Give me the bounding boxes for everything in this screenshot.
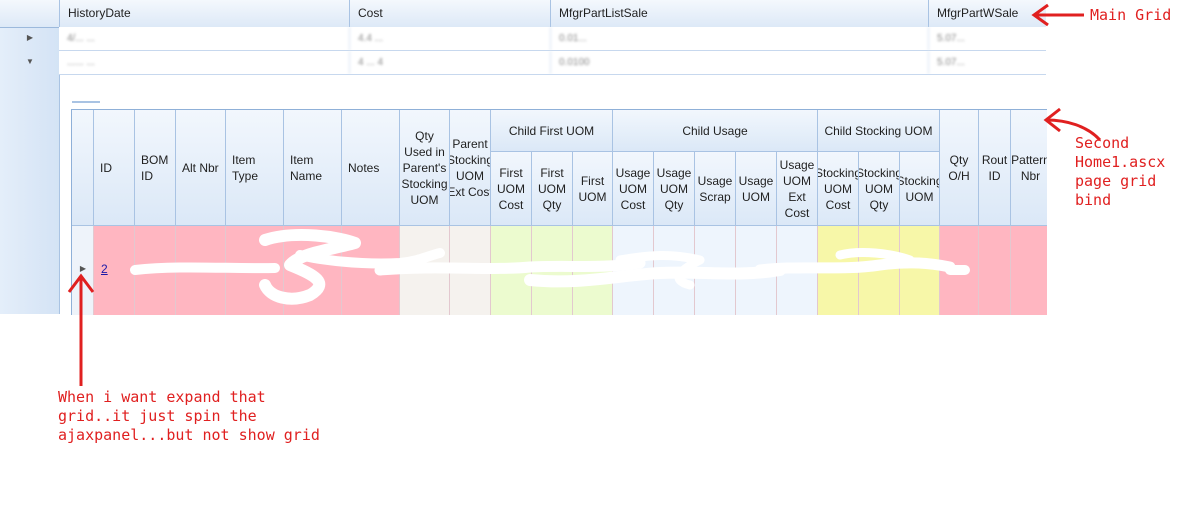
cell-usage-uom-qty	[654, 226, 695, 315]
collapse-row-icon[interactable]: ▼	[25, 57, 35, 67]
column-header-stocking-uom-qty[interactable]: Stocking UOM Qty	[859, 152, 900, 226]
column-header-alt-nbr[interactable]: Alt Nbr	[176, 110, 226, 226]
header-indicator-cell	[0, 0, 60, 27]
column-header-item-type[interactable]: Item Type	[226, 110, 284, 226]
column-header-usage-uom-ext-cost[interactable]: Usage UOM Ext Cost	[777, 152, 818, 226]
id-link[interactable]: 2	[101, 262, 108, 276]
cell-stocking-uom-cost	[818, 226, 859, 315]
column-header-stocking-uom[interactable]: Stocking UOM	[900, 152, 940, 226]
column-header-first-uom-cost[interactable]: First UOM Cost	[491, 152, 532, 226]
cell-qty-oh	[940, 226, 979, 315]
cell-stocking-uom-qty	[859, 226, 900, 315]
arrow-main-grid	[1031, 3, 1084, 27]
arrow-expand-note	[67, 273, 95, 386]
column-header-usage-uom[interactable]: Usage UOM	[736, 152, 777, 226]
column-header-first-uom[interactable]: First UOM	[573, 152, 613, 226]
detail-tab-strip[interactable]	[72, 101, 100, 103]
group-header-child-usage: Child Usage	[613, 110, 818, 152]
annotation-main-grid: Main Grid	[1090, 6, 1172, 24]
annotation-expand-note: When i want expand that grid..it just sp…	[58, 388, 320, 444]
cell-first-uom	[573, 226, 613, 315]
group-header-child-first-uom: Child First UOM	[491, 110, 613, 152]
column-header-mfgrpartlistsale[interactable]: MfgrPartListSale	[551, 0, 929, 27]
table-row[interactable]: ...... ... 4 ... 4 0.0100 5.07...	[59, 51, 1046, 75]
column-header-first-uom-qty[interactable]: First UOM Qty	[532, 152, 573, 226]
column-header-usage-scrap[interactable]: Usage Scrap	[695, 152, 736, 226]
cell-stocking-uom	[900, 226, 940, 315]
cell-item-type	[226, 226, 284, 315]
column-header-cost[interactable]: Cost	[350, 0, 551, 27]
column-header-usage-uom-qty[interactable]: Usage UOM Qty	[654, 152, 695, 226]
cell-usage-uom-ext-cost	[777, 226, 818, 315]
cell-qty-used	[400, 226, 450, 315]
cell-mfgrpartwsale: 5.07...	[937, 33, 965, 44]
column-header-id[interactable]: ID	[94, 110, 135, 226]
column-header-qty-oh[interactable]: Qty O/H	[940, 110, 979, 226]
column-header-stocking-uom-cost[interactable]: Stocking UOM Cost	[818, 152, 859, 226]
column-header-notes[interactable]: Notes	[342, 110, 400, 226]
group-header-child-stocking-uom: Child Stocking UOM	[818, 110, 940, 152]
cell-first-uom-qty	[532, 226, 573, 315]
cell-id: 2	[94, 226, 135, 315]
main-grid-header: HistoryDate Cost MfgrPartListSale MfgrPa…	[0, 0, 1046, 28]
cell-bom-id	[135, 226, 176, 315]
cell-alt-nbr	[176, 226, 226, 315]
column-header-item-name[interactable]: Item Name	[284, 110, 342, 226]
cell-first-uom-cost	[491, 226, 532, 315]
cell-mfgrpartlistsale: 0.0100	[551, 51, 929, 74]
cell-usage-uom-cost	[613, 226, 654, 315]
child-grid: ID BOM ID Alt Nbr Item Type Item Name No…	[71, 109, 1047, 315]
column-header-rout-id[interactable]: Rout ID	[979, 110, 1011, 226]
cell-mfgrpartwsale: 5.07...	[937, 57, 965, 68]
column-header-qty-used[interactable]: Qty Used in Parent's Stocking UOM	[400, 110, 450, 226]
cell-pattern-nbr	[1011, 226, 1047, 315]
cell-historydate: 4/... ...	[59, 27, 350, 50]
child-indicator-header	[72, 110, 94, 226]
cell-item-name	[284, 226, 342, 315]
expand-row-icon[interactable]: ▶	[25, 33, 35, 43]
cell-usage-scrap	[695, 226, 736, 315]
cell-usage-uom	[736, 226, 777, 315]
table-row[interactable]: 4/... ... 4.4 ... 0.01... 5.07...	[59, 27, 1046, 51]
column-header-historydate[interactable]: HistoryDate	[60, 0, 350, 27]
column-header-bom-id[interactable]: BOM ID	[135, 110, 176, 226]
column-header-usage-uom-cost[interactable]: Usage UOM Cost	[613, 152, 654, 226]
cell-historydate: ...... ...	[59, 51, 350, 74]
row-indicator-column	[0, 0, 60, 314]
annotation-second-grid: Second Home1.ascx page grid bind	[1075, 134, 1166, 209]
column-header-parent-stocking-ext-cost[interactable]: Parent Stocking UOM Ext Cost	[450, 110, 491, 226]
cell-rout-id	[979, 226, 1011, 315]
cell-notes	[342, 226, 400, 315]
cell-cost: 4.4 ...	[350, 27, 551, 50]
cell-cost: 4 ... 4	[350, 51, 551, 74]
cell-parent-stocking-ext-cost	[450, 226, 491, 315]
cell-mfgrpartlistsale: 0.01...	[551, 27, 929, 50]
